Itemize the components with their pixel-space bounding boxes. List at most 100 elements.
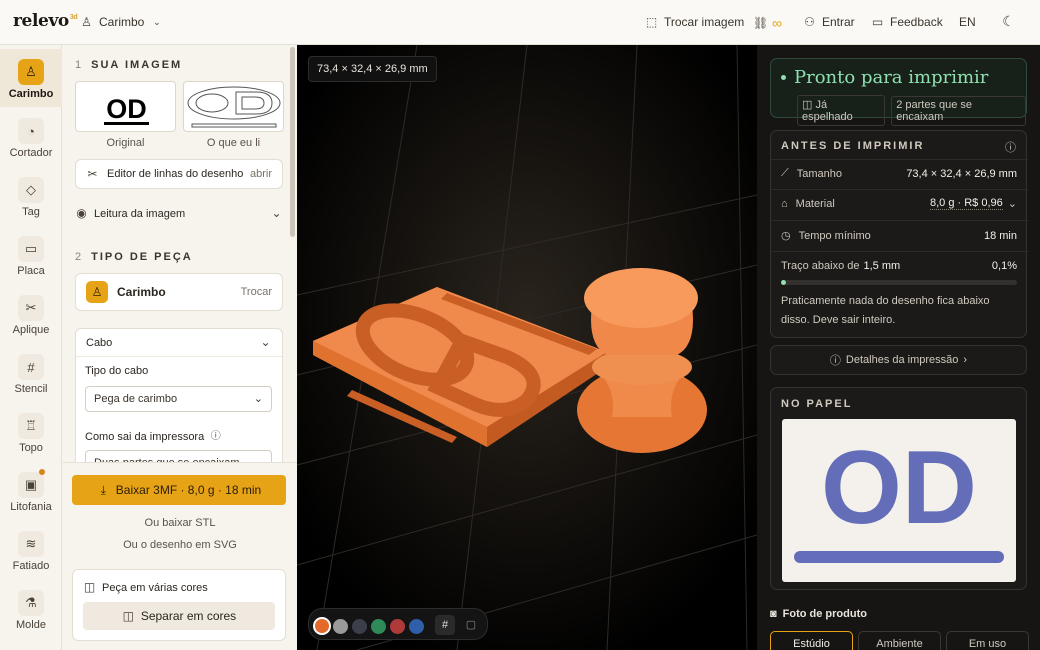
rail-item-aplique[interactable]: ✂ Aplique (0, 285, 62, 343)
info-icon[interactable]: ⓘ (1005, 139, 1016, 155)
tab-in-use[interactable]: Em uso (946, 631, 1029, 650)
eye-icon: ◉ (76, 206, 87, 220)
size-row: ⟋ Tamanho 73,4 × 32,4 × 26,9 mm (781, 167, 1017, 180)
mirrored-badge: ◫ Já espelhado (797, 95, 886, 126)
on-paper-card: NO PAPEL OD (770, 387, 1027, 590)
download-3mf-button[interactable]: ⤓ Baixar 3MF · 8,0 g · 18 min (72, 475, 286, 505)
tab-studio[interactable]: Estúdio (770, 631, 853, 650)
layers-icon: ◫ (83, 580, 96, 594)
on-paper-title: NO PAPEL (781, 398, 853, 410)
message-icon: ▭ (871, 14, 884, 29)
swatch-charcoal[interactable] (352, 619, 367, 634)
material-row[interactable]: ⌂ Material 8,0 g · R$ 0,96 ⌄ (781, 197, 1017, 210)
theme-toggle[interactable]: ☾ (1002, 14, 1015, 28)
multicolor-label: ◫ Peça em várias cores (83, 580, 208, 594)
image-icon: ▣ (18, 472, 44, 498)
grid-icon: # (18, 354, 44, 380)
frame-toggle-icon[interactable]: ▢ (461, 615, 481, 635)
swap-image-icon: ⬚ (645, 14, 658, 29)
rail-item-topo[interactable]: ♖ Topo (0, 403, 62, 461)
ready-badges: ◫ Já espelhado 2 partes que se encaixam (797, 95, 1026, 126)
tag-icon: ◇ (18, 177, 44, 203)
user-icon: ⚇ (804, 14, 815, 29)
signin-button[interactable]: ⚇ Entrar (803, 15, 855, 29)
divider (771, 189, 1028, 190)
rail-item-stencil[interactable]: # Stencil (0, 344, 62, 402)
rail-item-litofania[interactable]: ▣ Litofania (0, 462, 62, 520)
3d-viewport[interactable]: 73,4 × 32,4 × 26,9 mm # ▢ (297, 45, 757, 650)
divider (771, 159, 1028, 160)
time-row: ◷ Tempo mínimo 18 min (781, 229, 1017, 243)
rail-item-carimbo[interactable]: ♙ Carimbo (0, 49, 62, 107)
weight-icon: ⌂ (781, 197, 788, 210)
image-reading-toggle[interactable]: ◉ Leitura da imagem ⌄ (75, 207, 283, 220)
tool-rail: ♙ Carimbo ◔ Cortador ◇ Tag ▭ Placa ✂ Apl… (0, 45, 62, 650)
chevron-down-icon: ⌄ (1007, 198, 1017, 210)
swap-image-button[interactable]: ⬚ Trocar imagem (645, 15, 744, 29)
project-selector[interactable]: ♙ Carimbo ⌄ (80, 15, 163, 29)
status-dot (781, 75, 786, 80)
line-editor-row[interactable]: ✂ Editor de linhas do desenho abrir (75, 159, 283, 189)
split-colors-button[interactable]: ◫ Separar em cores (83, 602, 275, 630)
section-piece-type: 2 TIPO DE PEÇA (75, 251, 193, 263)
open-editor-link[interactable]: abrir (250, 168, 272, 180)
waveform-icon: ≋ (18, 531, 44, 557)
language-button[interactable]: EN (959, 15, 976, 29)
chevron-down-icon: ⌄ (260, 335, 271, 349)
3d-scene[interactable] (297, 45, 757, 650)
link-icon: ⛓ (753, 15, 769, 30)
stamp-icon: ♙ (81, 14, 92, 29)
stamp-icon: ♙ (86, 281, 108, 303)
plate-icon: ▭ (18, 236, 44, 262)
stamp-icon: ♙ (18, 59, 44, 85)
section-your-image: 1 SUA IMAGEM (75, 59, 183, 71)
product-photo-label: ◙ Foto de produto (770, 608, 867, 620)
trace-row: Traço abaixo de 1,5 mm 0,1% (781, 260, 1017, 272)
cookie-cutter-icon: ◔ (18, 118, 44, 144)
thumb-original[interactable]: OD (75, 81, 176, 132)
download-svg-link[interactable]: Ou o desenho em SVG (63, 539, 297, 551)
swatch-orange[interactable] (313, 617, 331, 635)
trace-progress-fill (781, 280, 786, 285)
multicolor-card: ◫ Peça em várias cores ◫ Separar em core… (72, 569, 286, 641)
infinity-icon: ∞ (772, 15, 782, 31)
swatch-red[interactable] (390, 619, 405, 634)
rail-item-tag[interactable]: ◇ Tag (0, 167, 62, 225)
tab-environment[interactable]: Ambiente (858, 631, 941, 650)
trace-note: Praticamente nada do desenho fica abaixo… (781, 295, 990, 326)
panel-scrollbar[interactable] (290, 47, 295, 237)
cake-topper-icon: ♖ (18, 413, 44, 439)
divider (771, 251, 1028, 252)
ready-card: Pronto para imprimir ◫ Já espelhado 2 pa… (770, 58, 1027, 126)
print-details-button[interactable]: ⓘ Detalhes da impressão › (770, 345, 1027, 375)
divider (771, 220, 1028, 221)
change-piece-button[interactable]: Trocar (241, 286, 272, 298)
rail-item-fatiado[interactable]: ≋ Fatiado (0, 521, 62, 579)
swatch-blue[interactable] (409, 619, 424, 634)
download-stl-link[interactable]: Ou baixar STL (63, 517, 297, 529)
top-bar: relevo3d ♙ Carimbo ⌄ ⬚ Trocar imagem ⛓ ∞… (0, 0, 1040, 45)
flask-icon: ⚗ (18, 590, 44, 616)
download-dock: ⤓ Baixar 3MF · 8,0 g · 18 min Ou baixar … (63, 462, 297, 650)
project-name: Carimbo (99, 15, 145, 29)
rail-item-molde[interactable]: ⚗ Molde (0, 580, 62, 638)
color-swatch-bar: # ▢ (308, 608, 488, 640)
handle-section-toggle[interactable]: Cabo ⌄ (76, 329, 282, 357)
info-icon: ⓘ (829, 355, 841, 367)
parts-badge: 2 partes que se encaixam (891, 95, 1026, 126)
link-button[interactable]: ⛓ ∞ (753, 15, 782, 31)
rail-item-placa[interactable]: ▭ Placa (0, 226, 62, 284)
swatch-green[interactable] (371, 619, 386, 634)
thumb-read[interactable] (183, 81, 284, 132)
info-icon[interactable]: ⓘ (209, 430, 222, 443)
chevron-right-icon: › (963, 354, 968, 366)
swatch-gray[interactable] (333, 619, 348, 634)
feedback-button[interactable]: ▭ Feedback (871, 15, 943, 29)
layers-icon: ◫ (122, 608, 134, 623)
chevron-down-icon: ⌄ (153, 16, 161, 27)
handle-type-select[interactable]: Pega de carimbo ⌄ (85, 386, 272, 412)
logo[interactable]: relevo3d (13, 11, 78, 31)
before-print-card: ANTES DE IMPRIMIR ⓘ ⟋ Tamanho 73,4 × 32,4… (770, 130, 1028, 338)
rail-item-cortador[interactable]: ◔ Cortador (0, 108, 62, 166)
grid-toggle-icon[interactable]: # (435, 615, 455, 635)
